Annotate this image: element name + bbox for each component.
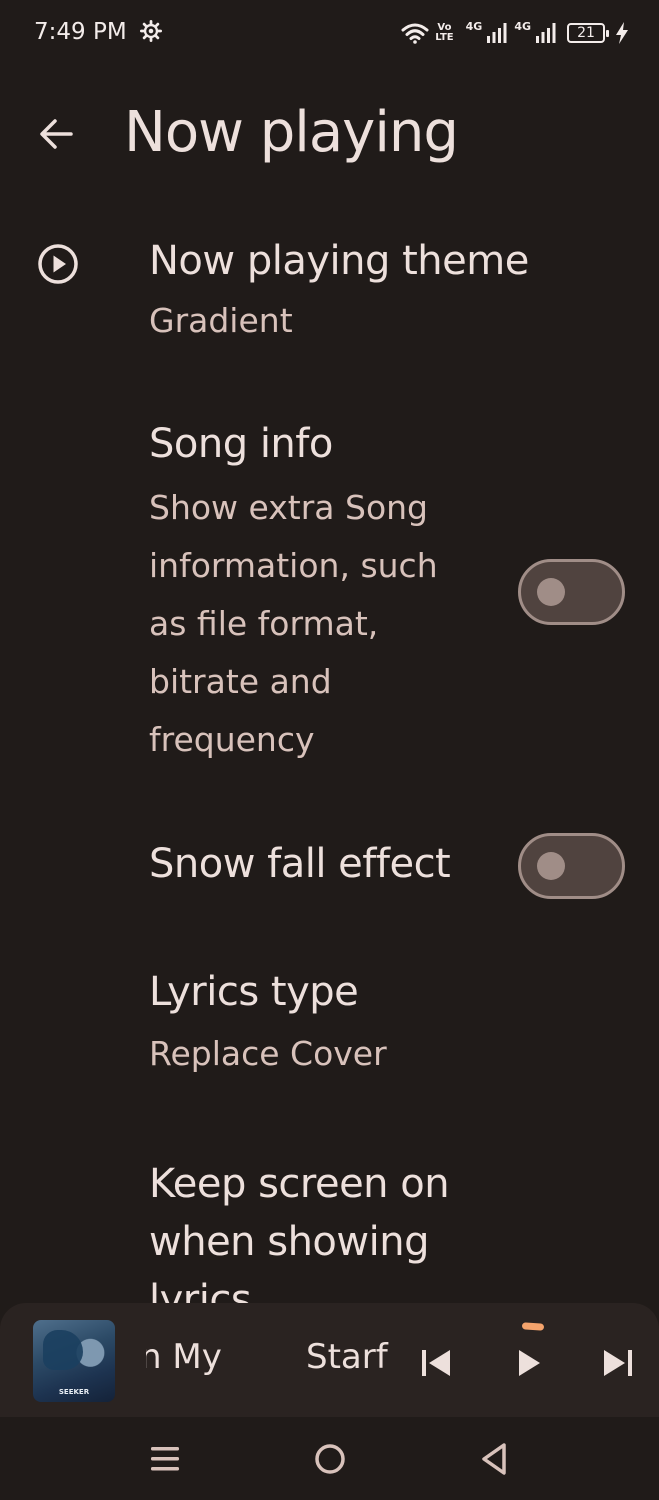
snow-fall-toggle[interactable] <box>518 833 625 899</box>
pref-title: Snow fall effect <box>149 841 451 887</box>
system-nav-bar <box>0 1417 659 1500</box>
track-title-part-b: Starf <box>306 1337 388 1377</box>
toggle-knob <box>537 852 565 880</box>
pref-subtitle: Gradient <box>149 301 293 340</box>
toggle-knob <box>537 578 565 606</box>
pref-snow-fall-effect[interactable]: Snow fall effect <box>0 825 659 915</box>
skip-next-button[interactable] <box>598 1343 638 1383</box>
pref-title: Now playing theme <box>149 238 529 284</box>
pref-song-info[interactable]: Song info Show extra Song information, s… <box>0 415 659 785</box>
signal-icon <box>487 23 507 43</box>
pref-subtitle: Replace Cover <box>149 1034 387 1073</box>
mini-player[interactable]: SEEKER n My Starf <box>0 1303 659 1417</box>
pref-title: Lyrics type <box>149 969 359 1015</box>
status-icons: Vo LTE 4G 4G 21 <box>401 18 629 48</box>
play-button[interactable] <box>508 1343 548 1383</box>
pref-lyrics-type[interactable]: Lyrics type Replace Cover <box>0 955 659 1095</box>
arrow-back-icon <box>40 119 73 149</box>
pref-title: Song info <box>149 421 333 467</box>
network-type-1: 4G <box>465 19 483 33</box>
signal-icon <box>536 23 556 43</box>
triangle-back-icon <box>482 1443 506 1475</box>
album-label: SEEKER <box>58 1388 90 1396</box>
app-bar: Now playing <box>0 80 659 190</box>
battery-icon: 21 <box>567 23 609 43</box>
skip-previous-button[interactable] <box>416 1343 456 1383</box>
pref-subtitle: Show extra Song information, such as fil… <box>149 488 438 759</box>
recents-button[interactable] <box>145 1439 185 1479</box>
volte-bottom: LTE <box>435 32 454 43</box>
song-info-toggle[interactable] <box>518 559 625 625</box>
wifi-icon <box>401 23 429 44</box>
status-time: 7:49 PM <box>34 19 127 45</box>
skip-previous-icon <box>422 1350 450 1376</box>
track-title-marquee[interactable]: n My Starf <box>146 1337 391 1387</box>
battery-level: 21 <box>577 25 595 41</box>
charging-icon <box>616 22 628 44</box>
track-title-part-a: n My <box>146 1337 222 1377</box>
play-circle-icon <box>38 244 78 284</box>
progress-indicator <box>521 1322 545 1331</box>
menu-icon <box>151 1447 179 1471</box>
pref-keep-screen-on[interactable]: Keep screen on when showing lyrics <box>0 1145 659 1323</box>
page-title: Now playing <box>124 100 459 165</box>
home-circle-icon <box>315 1444 345 1474</box>
skip-next-icon <box>604 1350 632 1376</box>
network-type-2: 4G <box>514 19 531 33</box>
pref-now-playing-theme[interactable]: Now playing theme Gradient <box>0 210 659 360</box>
album-art-figure <box>43 1330 83 1370</box>
volte-icon: Vo LTE <box>435 23 453 43</box>
gear-icon <box>140 20 162 42</box>
home-button[interactable] <box>310 1439 350 1479</box>
play-icon <box>519 1350 540 1376</box>
album-art[interactable]: SEEKER <box>33 1320 115 1402</box>
back-nav-button[interactable] <box>474 1439 514 1479</box>
status-bar: 7:49 PM Vo LTE 4G 4G 21 <box>0 0 659 68</box>
back-button[interactable] <box>30 108 82 160</box>
